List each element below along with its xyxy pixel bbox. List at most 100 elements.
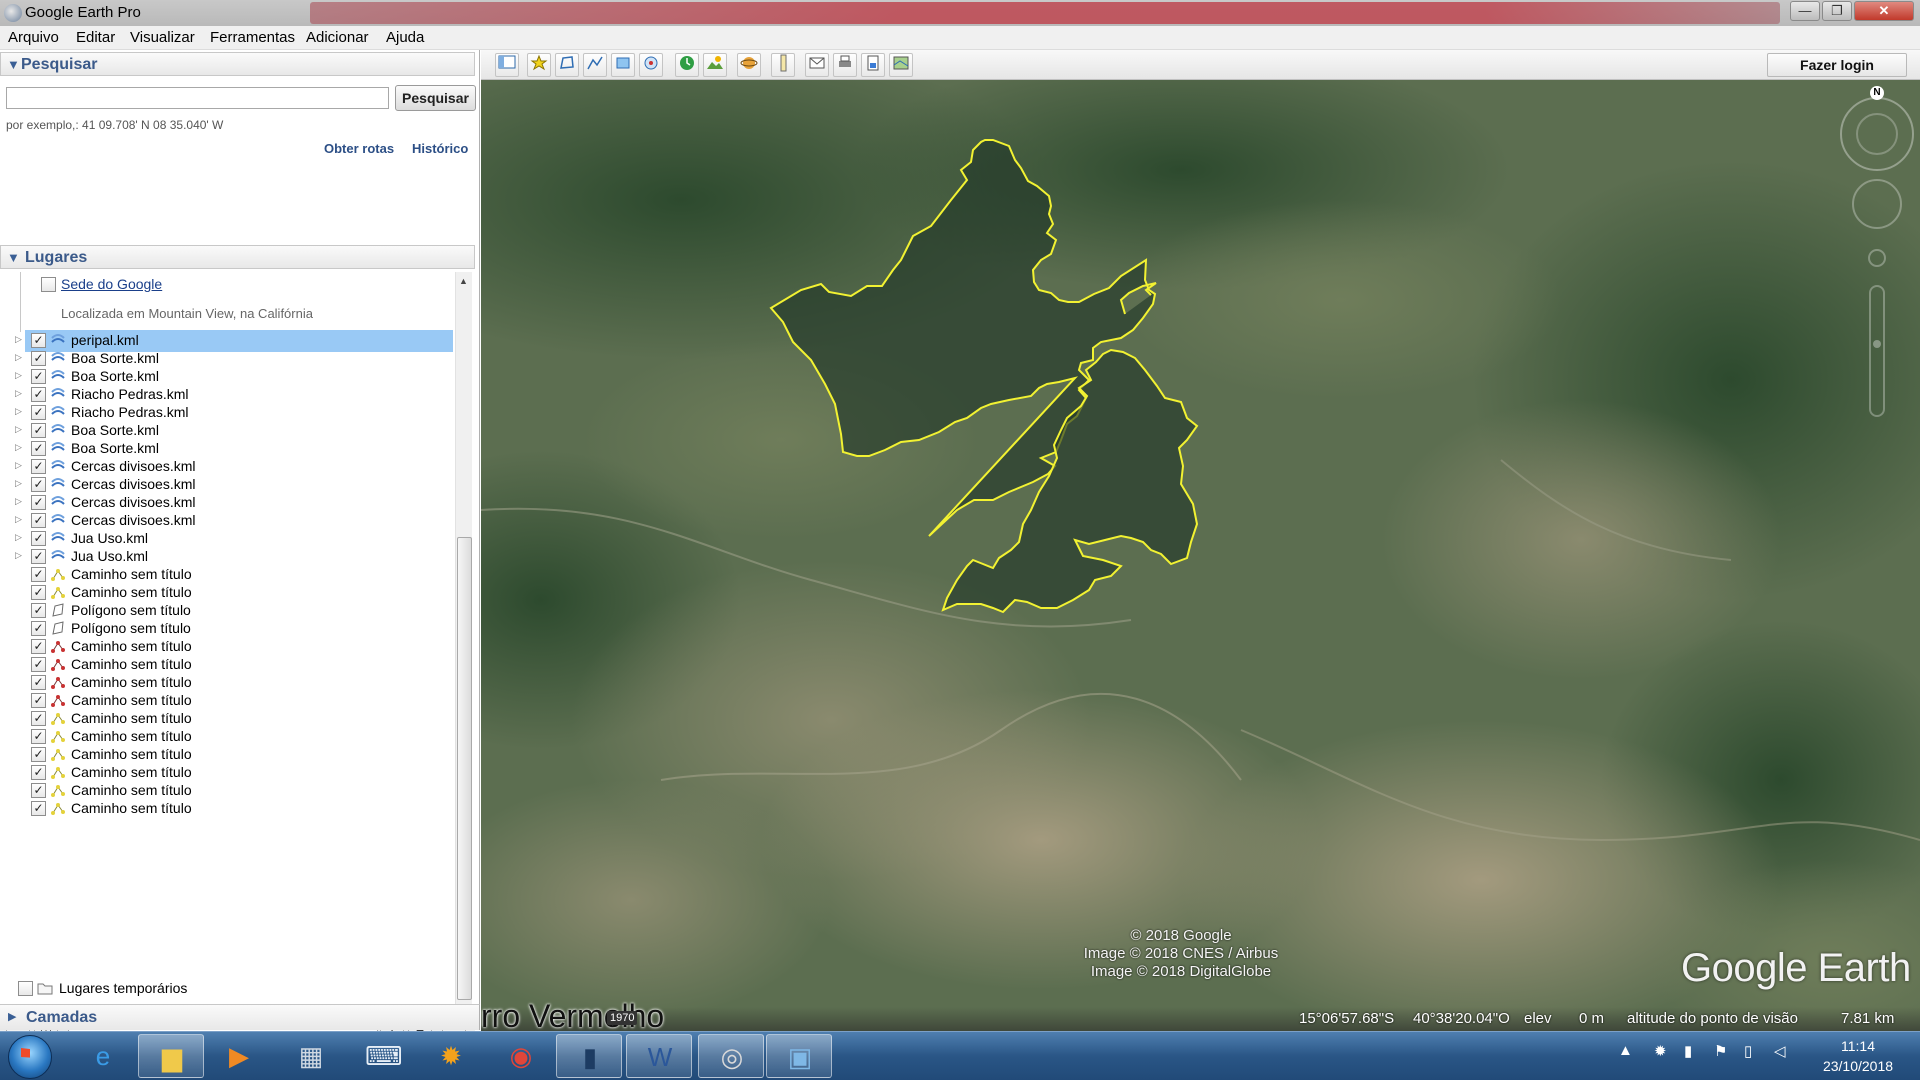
expand-arrow-icon[interactable]: ▷ [15, 388, 22, 399]
checkbox[interactable]: ✓ [31, 675, 46, 690]
taskbar-app-button[interactable]: ▮ [556, 1034, 622, 1078]
search-button[interactable]: Pesquisar [395, 85, 476, 111]
record-tour-icon[interactable] [639, 53, 663, 77]
checkbox[interactable]: ✓ [31, 765, 46, 780]
expand-arrow-icon[interactable]: ▷ [15, 406, 22, 417]
checkbox[interactable]: ✓ [31, 657, 46, 672]
get-directions-link[interactable]: Obter rotas [324, 141, 394, 156]
checkbox[interactable]: ✓ [31, 405, 46, 420]
checkbox[interactable]: ✓ [31, 495, 46, 510]
path-icon[interactable] [583, 53, 607, 77]
expand-arrow-icon[interactable]: ▷ [15, 514, 22, 525]
checkbox[interactable]: ✓ [31, 639, 46, 654]
ruler-icon[interactable] [771, 53, 795, 77]
taskbar-app-button[interactable]: ⌨ [348, 1034, 414, 1078]
planets-icon[interactable] [737, 53, 761, 77]
network-icon[interactable]: ▮ [1684, 1042, 1692, 1060]
expand-arrow-icon[interactable]: ▷ [15, 550, 22, 561]
search-panel-header[interactable]: ▼ Pesquisar [0, 52, 475, 76]
history-link[interactable]: Histórico [412, 141, 468, 156]
checkbox[interactable]: ✓ [31, 729, 46, 744]
places-panel-header[interactable]: ▼ Lugares [0, 245, 475, 269]
checkbox[interactable]: ✓ [31, 801, 46, 816]
taskbar-app-button[interactable]: W [626, 1034, 692, 1078]
view-in-maps-icon[interactable] [889, 53, 913, 77]
sunlight-icon[interactable] [703, 53, 727, 77]
maximize-button[interactable]: ❐ [1822, 1, 1852, 21]
checkbox[interactable]: ✓ [31, 693, 46, 708]
map-view[interactable]: N © 2018 Google Image © 2018 CNES / Airb… [481, 80, 1920, 1031]
expand-arrow-icon[interactable]: ▷ [15, 442, 22, 453]
checkbox[interactable]: ✓ [31, 783, 46, 798]
checkbox[interactable]: ✓ [31, 369, 46, 384]
checkbox[interactable]: ✓ [31, 387, 46, 402]
expand-arrow-icon[interactable]: ▷ [15, 532, 22, 543]
placemark-icon[interactable] [527, 53, 551, 77]
menu-adicionar[interactable]: Adicionar [306, 29, 369, 46]
checkbox[interactable]: ✓ [31, 747, 46, 762]
scroll-up-icon[interactable]: ▲ [459, 276, 468, 286]
start-button[interactable] [8, 1035, 52, 1079]
expand-arrow-icon[interactable]: ▷ [15, 370, 22, 381]
checkbox[interactable]: ✓ [31, 603, 46, 618]
taskbar-app-button[interactable]: ▣ [766, 1034, 832, 1078]
expand-arrow-icon[interactable]: ▷ [15, 334, 22, 345]
list-item-sede-google[interactable]: Sede do Google [0, 274, 455, 296]
layers-panel-header[interactable]: ▶ Camadas [0, 1004, 480, 1030]
expand-arrow-icon[interactable]: ▷ [15, 424, 22, 435]
checkbox[interactable]: ✓ [31, 585, 46, 600]
security-icon[interactable]: ✹ [1654, 1042, 1667, 1060]
action-center-icon[interactable]: ⚑ [1714, 1042, 1727, 1060]
power-icon[interactable]: ▯ [1744, 1042, 1752, 1060]
list-item-temporary-places[interactable]: Lugares temporários [0, 978, 455, 1000]
sidebar-toggle-icon[interactable] [495, 53, 519, 77]
menu-arquivo[interactable]: Arquivo [8, 29, 59, 46]
checkbox[interactable]: ✓ [31, 459, 46, 474]
print-icon[interactable] [833, 53, 857, 77]
checkbox[interactable]: ✓ [31, 351, 46, 366]
checkbox[interactable]: ✓ [31, 333, 46, 348]
taskbar-app-button[interactable]: ✹ [418, 1034, 484, 1078]
menu-editar[interactable]: Editar [76, 29, 115, 46]
taskbar-app-button[interactable]: ▦ [278, 1034, 344, 1078]
expand-arrow-icon[interactable]: ▷ [15, 460, 22, 471]
checkbox[interactable]: ✓ [31, 549, 46, 564]
checkbox[interactable] [18, 981, 33, 996]
system-clock[interactable]: 11:14 23/10/2018 [1808, 1036, 1908, 1076]
expand-arrow-icon[interactable]: ▷ [15, 478, 22, 489]
scrollbar-thumb[interactable] [457, 537, 472, 1000]
close-button[interactable]: ✕ [1854, 1, 1914, 21]
menu-visualizar[interactable]: Visualizar [130, 29, 195, 46]
checkbox[interactable]: ✓ [31, 513, 46, 528]
checkbox[interactable]: ✓ [31, 477, 46, 492]
expand-arrow-icon[interactable]: ▷ [15, 352, 22, 363]
checkbox[interactable]: ✓ [31, 423, 46, 438]
show-hidden-icons-icon[interactable]: ▲ [1618, 1042, 1633, 1059]
polygon-icon[interactable] [555, 53, 579, 77]
image-overlay-icon[interactable] [611, 53, 635, 77]
compass-north-icon[interactable]: N [1870, 86, 1884, 100]
sede-google-link[interactable]: Sede do Google [61, 276, 162, 292]
checkbox[interactable]: ✓ [31, 441, 46, 456]
menu-ajuda[interactable]: Ajuda [386, 29, 424, 46]
search-input[interactable] [6, 87, 389, 109]
places-scrollbar[interactable]: ▲ ▼ [455, 272, 472, 1017]
expand-arrow-icon[interactable]: ▷ [15, 496, 22, 507]
navigation-controls[interactable]: N [1837, 86, 1917, 426]
checkbox[interactable]: ✓ [31, 567, 46, 582]
taskbar-app-button[interactable]: ◉ [488, 1034, 554, 1078]
taskbar-app-button[interactable]: ▶ [206, 1034, 272, 1078]
imagery-year-badge[interactable]: 1970 [607, 1011, 638, 1025]
taskbar-app-button[interactable]: ▆ [138, 1034, 204, 1078]
checkbox[interactable]: ✓ [31, 621, 46, 636]
checkbox[interactable]: ✓ [31, 531, 46, 546]
email-icon[interactable] [805, 53, 829, 77]
list-item[interactable]: ✓ Caminho sem título [0, 798, 455, 820]
volume-icon[interactable]: ◁ [1774, 1042, 1786, 1060]
save-image-icon[interactable] [861, 53, 885, 77]
minimize-button[interactable]: — [1790, 1, 1820, 21]
sign-in-button[interactable]: Fazer login [1767, 53, 1907, 77]
menu-ferramentas[interactable]: Ferramentas [210, 29, 295, 46]
historical-imagery-icon[interactable] [675, 53, 699, 77]
taskbar-app-button[interactable]: e [70, 1034, 136, 1078]
